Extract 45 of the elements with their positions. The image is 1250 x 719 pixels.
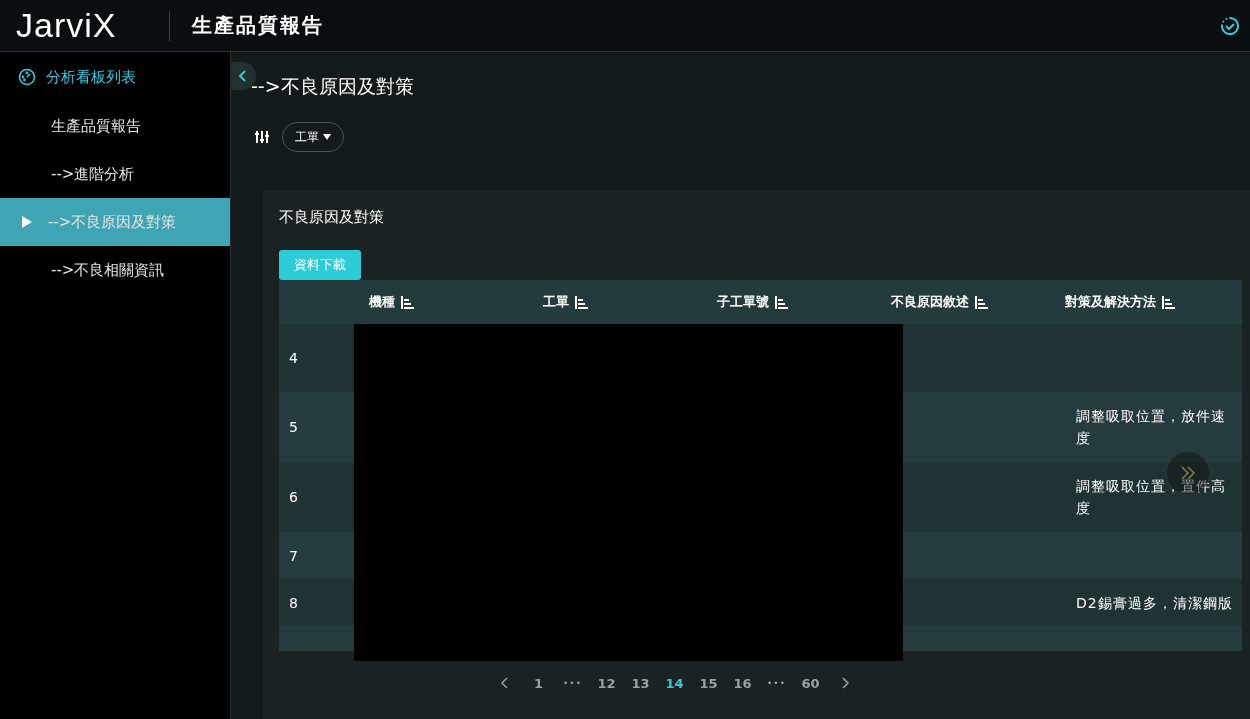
row-number: 7 (289, 546, 299, 566)
column-header: 工單 (543, 293, 569, 311)
double-chevron-right-icon (1180, 466, 1196, 480)
more-pages-link[interactable]: ••• (557, 678, 588, 688)
sort-icon[interactable] (575, 295, 588, 309)
row-number: 8 (289, 593, 299, 613)
sidebar-item[interactable]: 生產品質報告 (0, 102, 230, 150)
sliders-icon[interactable] (254, 130, 270, 144)
logo: JarviX (16, 6, 118, 45)
chevron-left-icon (238, 69, 248, 83)
page-button[interactable]: 14 (659, 671, 690, 695)
column-header: 子工單號 (717, 293, 769, 311)
table-cell-text: D2錫膏過多，清潔鋼版 (1076, 593, 1233, 613)
page-title: -->不良原因及對策 (251, 74, 415, 99)
chevron-left-icon (500, 677, 509, 689)
sidebar-heading: 分析看板列表 (46, 67, 136, 87)
sort-icon[interactable] (401, 295, 414, 309)
page-button[interactable]: 12 (591, 671, 622, 695)
play-icon (22, 216, 32, 228)
column-header: 不良原因敘述 (891, 293, 969, 311)
app-title: 生產品質報告 (192, 12, 325, 39)
caret-icon (323, 134, 331, 140)
table-cell-text: 調整吸取位置，放件速度 (1076, 407, 1227, 448)
sidebar-item[interactable]: -->進階分析 (0, 150, 230, 198)
chevron-right-icon (840, 677, 849, 689)
sidebar-item[interactable]: -->不良相關資訊 (0, 246, 230, 294)
sort-icon[interactable] (775, 295, 788, 309)
page-button[interactable]: 16 (727, 671, 758, 695)
check-circle-icon[interactable] (1220, 15, 1240, 36)
more-pages-link[interactable]: ••• (761, 678, 792, 688)
page-button[interactable]: 1 (523, 671, 554, 695)
row-number: 5 (289, 418, 299, 437)
row-number: 4 (289, 349, 299, 368)
column-header: 機種 (369, 293, 395, 311)
scroll-right-button[interactable] (1166, 451, 1210, 495)
table-cell-text: 調整吸取位置，置件高度 (1076, 477, 1227, 518)
sort-icon[interactable] (975, 295, 988, 309)
page-button[interactable]: 15 (693, 671, 724, 695)
page-button[interactable]: 13 (625, 671, 656, 695)
row-number: 6 (289, 488, 299, 507)
card-title: 不良原因及對策 (279, 208, 385, 228)
sort-icon[interactable] (1162, 295, 1175, 309)
page-button[interactable]: 60 (795, 671, 826, 695)
gauge-icon (18, 68, 36, 86)
column-header: 對策及解決方法 (1065, 293, 1156, 311)
